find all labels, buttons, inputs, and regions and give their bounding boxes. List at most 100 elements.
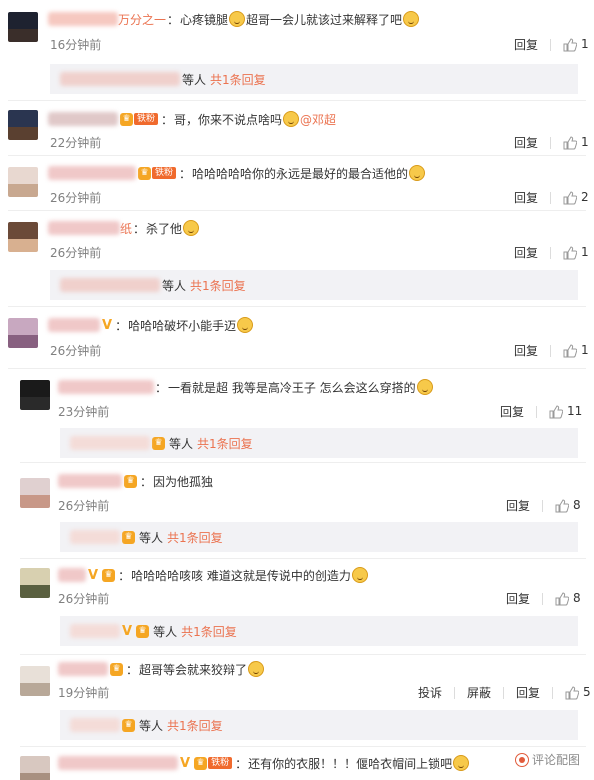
avatar[interactable] bbox=[8, 222, 38, 252]
thumbs-up-icon bbox=[563, 246, 578, 260]
reply-thread[interactable]: ♛ 等人 共1条回复 bbox=[60, 522, 578, 552]
like-button[interactable]: 8 bbox=[555, 498, 581, 513]
fan-badge: ♛ bbox=[122, 530, 135, 544]
emoji-icon bbox=[237, 317, 254, 333]
fan-badge: ♛ bbox=[110, 662, 123, 676]
avatar[interactable] bbox=[8, 110, 38, 140]
timestamp: 16分钟前 bbox=[50, 38, 102, 52]
view-replies-link[interactable]: 共1条回复 bbox=[167, 717, 223, 734]
timestamp: 26分钟前 bbox=[50, 344, 102, 358]
fan-badge: ♛ 铁粉 bbox=[194, 756, 233, 770]
reply-button[interactable]: 回复 bbox=[506, 497, 530, 514]
timestamp: 26分钟前 bbox=[58, 499, 110, 513]
timestamp: 23分钟前 bbox=[58, 405, 110, 419]
like-count: 1 bbox=[581, 135, 589, 150]
avatar[interactable] bbox=[20, 478, 50, 508]
timestamp: 19分钟前 bbox=[58, 686, 110, 700]
emoji-icon bbox=[409, 165, 426, 181]
comment-text: 因为他孤独 bbox=[153, 474, 214, 489]
fan-badge: ♛ 铁粉 bbox=[138, 166, 177, 180]
reply-button[interactable]: 回复 bbox=[514, 134, 538, 151]
avatar[interactable] bbox=[20, 380, 50, 410]
emoji-icon bbox=[283, 111, 300, 127]
thumbs-up-icon bbox=[555, 592, 570, 606]
thumbs-up-icon bbox=[565, 686, 580, 700]
reply-button[interactable]: 回复 bbox=[514, 244, 538, 261]
like-count: 2 bbox=[581, 190, 589, 205]
fan-badge: ♛ bbox=[102, 568, 116, 582]
timestamp: 22分钟前 bbox=[50, 136, 102, 150]
reply-button[interactable]: 回复 bbox=[516, 684, 540, 701]
emoji-icon bbox=[229, 11, 246, 27]
reply-thread[interactable]: 等人 共1条回复 bbox=[50, 64, 578, 94]
comment-text: 超哥等会就来狡辩了 bbox=[139, 662, 248, 677]
like-count: 1 bbox=[581, 343, 589, 358]
view-replies-link[interactable]: 共1条回复 bbox=[197, 435, 253, 452]
reply-thread[interactable]: ♛ 等人 共1条回复 bbox=[60, 710, 578, 740]
emoji-icon bbox=[248, 661, 265, 677]
avatar[interactable] bbox=[20, 568, 50, 598]
verified-icon: V bbox=[102, 317, 113, 333]
reply-thread[interactable]: 等人 共1条回复 bbox=[50, 270, 578, 300]
comment-text: 哈哈哈哈咳咳 难道这就是传说中的创造力 bbox=[131, 568, 351, 583]
verified-icon: V bbox=[122, 623, 133, 639]
avatar[interactable] bbox=[8, 12, 38, 42]
avatar[interactable] bbox=[8, 318, 38, 348]
verified-icon: V bbox=[88, 567, 99, 583]
comment-text: 哥，你来不说点啥吗 bbox=[174, 112, 283, 127]
like-count: 5 bbox=[583, 685, 591, 700]
fan-badge: ♛ bbox=[152, 436, 165, 450]
mention-link[interactable]: @邓超 bbox=[300, 111, 336, 128]
like-button[interactable]: 1 bbox=[563, 37, 589, 52]
like-button[interactable]: 1 bbox=[563, 343, 589, 358]
emoji-icon bbox=[453, 755, 470, 771]
fan-badge: ♛ 铁粉 bbox=[120, 112, 159, 126]
fan-badge: ♛ bbox=[124, 474, 137, 488]
like-count: 1 bbox=[581, 245, 589, 260]
like-count: 8 bbox=[573, 498, 581, 513]
like-button[interactable]: 8 bbox=[555, 591, 581, 606]
reply-button[interactable]: 回复 bbox=[506, 590, 530, 607]
reply-button[interactable]: 回复 bbox=[500, 403, 524, 420]
reply-button[interactable]: 回复 bbox=[514, 36, 538, 53]
report-button[interactable]: 投诉 bbox=[418, 684, 442, 701]
view-replies-link[interactable]: 共1条回复 bbox=[210, 71, 266, 88]
emoji-icon bbox=[403, 11, 420, 27]
comment-text-2: 超哥一会儿就该过来解释了吧 bbox=[246, 12, 403, 27]
avatar[interactable] bbox=[20, 666, 50, 696]
emoji-icon bbox=[416, 379, 433, 395]
like-count: 11 bbox=[567, 404, 583, 419]
weibo-logo-icon bbox=[514, 752, 529, 767]
reply-button[interactable]: 回复 bbox=[514, 342, 538, 359]
view-replies-link[interactable]: 共1条回复 bbox=[181, 623, 237, 640]
view-replies-link[interactable]: 共1条回复 bbox=[167, 529, 223, 546]
thumbs-up-icon bbox=[563, 191, 578, 205]
reply-thread[interactable]: V ♛ 等人 共1条回复 bbox=[60, 616, 578, 646]
like-button[interactable]: 2 bbox=[563, 190, 589, 205]
like-button[interactable]: 1 bbox=[563, 245, 589, 260]
view-replies-link[interactable]: 共1条回复 bbox=[190, 277, 246, 294]
avatar[interactable] bbox=[8, 167, 38, 197]
timestamp: 26分钟前 bbox=[50, 246, 102, 260]
emoji-icon bbox=[351, 567, 368, 583]
fan-badge: ♛ bbox=[136, 624, 150, 638]
fan-badge: ♛ bbox=[122, 718, 135, 732]
comment-text: 哈哈哈哈哈你的永远是最好的最合适他的 bbox=[192, 166, 409, 181]
username[interactable]: 万分之一 bbox=[118, 11, 166, 28]
comment-text: 还有你的衣服！！！偃哈衣帽间上锁吧 bbox=[248, 756, 453, 771]
timestamp: 26分钟前 bbox=[50, 191, 102, 205]
avatar[interactable] bbox=[20, 756, 50, 780]
comment-text: 心疼镜腿 bbox=[180, 12, 229, 27]
verified-icon: V bbox=[180, 755, 191, 771]
block-button[interactable]: 屏蔽 bbox=[467, 684, 491, 701]
like-button[interactable]: 5 bbox=[565, 685, 591, 700]
username[interactable]: 纸 bbox=[120, 220, 132, 237]
comment-text: 一看就是超 我等是高冷王子 怎么会这么穿搭的 bbox=[168, 380, 416, 395]
comment-text: 杀了他 bbox=[146, 221, 183, 236]
reply-thread[interactable]: ♛ 等人 共1条回复 bbox=[60, 428, 578, 458]
reply-button[interactable]: 回复 bbox=[514, 189, 538, 206]
like-button[interactable]: 11 bbox=[549, 404, 582, 419]
comment-text: 哈哈哈破坏小能手迈 bbox=[128, 318, 237, 333]
like-button[interactable]: 1 bbox=[563, 135, 589, 150]
thumbs-emoji-icon bbox=[183, 220, 200, 236]
